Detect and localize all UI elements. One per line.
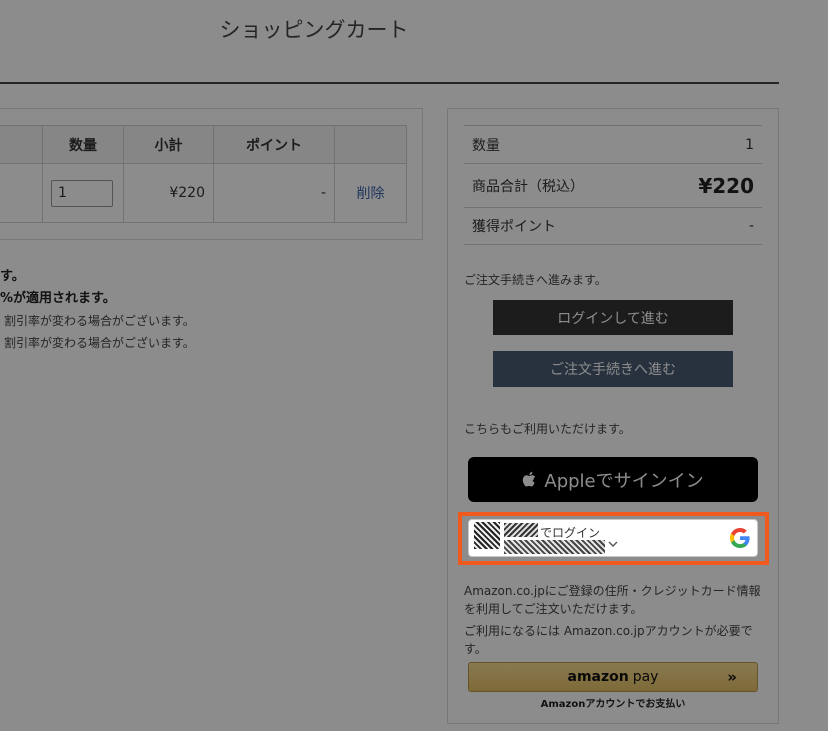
note-line: 割引率が変わる場合がございます。: [4, 336, 195, 350]
cart-item-cell: [0, 163, 43, 223]
checkout-prompt: ご注文手続きへ進みます。: [464, 273, 607, 287]
amazon-caption: Amazonアカウントでお支払い: [540, 699, 686, 710]
summary-points-label: 獲得ポイント: [472, 219, 556, 235]
quantity-input[interactable]: [51, 179, 113, 207]
amazon-requirement: ご利用になるには Amazon.co.jpアカウントが必要です。: [464, 624, 753, 656]
apple-signin-label: Appleでサインイン: [544, 470, 704, 492]
amazon-description: Amazon.co.jpにご登録の住所・クレジットカード情報を利用してご注文いた…: [464, 584, 761, 616]
summary-quantity-value: 1: [745, 136, 754, 153]
cart-header-actions: [334, 125, 407, 164]
note-line: %が適用されます。: [0, 291, 116, 306]
cart-subtotal: ¥220: [123, 163, 214, 223]
delete-link[interactable]: 削除: [334, 163, 407, 223]
summary-total-label: 商品合計（税込）: [472, 178, 584, 195]
summary-divider: [464, 244, 762, 245]
table-row: ¥220 - 削除: [0, 163, 407, 223]
summary-total-value: ¥220: [698, 173, 754, 198]
title-divider: [0, 82, 779, 84]
note-line: す。: [0, 269, 25, 284]
chevron-down-icon[interactable]: [608, 538, 618, 551]
cart-points: -: [213, 163, 335, 223]
login-and-proceed-button[interactable]: ログインして進む: [493, 300, 733, 335]
apple-icon: [523, 471, 536, 487]
proceed-to-checkout-button[interactable]: ご注文手続きへ進む: [493, 351, 733, 387]
summary-total-row: 商品合計（税込） ¥220: [464, 164, 762, 207]
summary-quantity-label: 数量: [472, 137, 500, 154]
page-title: ショッピングカート: [219, 18, 409, 42]
cart-header-subtotal: 小計: [123, 125, 214, 164]
cart-quantity-cell: [42, 163, 124, 223]
google-icon: [730, 528, 750, 548]
redacted-email: [504, 540, 605, 554]
avatar: [474, 522, 500, 549]
summary-points-value: -: [748, 218, 754, 234]
cart-table: 数量 小計 ポイント ¥220 - 削除: [0, 125, 407, 223]
amazon-pay-button[interactable]: amazon pay »: [468, 662, 758, 692]
redacted-name: [504, 523, 538, 537]
cart-header-quantity: 数量: [42, 125, 124, 164]
note-line: 割引率が変わる場合がございます。: [4, 314, 195, 328]
apple-signin-button[interactable]: Appleでサインイン: [468, 457, 758, 502]
summary-quantity-row: 数量 1: [464, 126, 762, 163]
double-chevron-right-icon: »: [727, 668, 737, 686]
amazon-logo-text: amazon: [567, 669, 629, 685]
google-signin-label: でログイン: [540, 526, 601, 540]
cart-header-blank: [0, 125, 43, 164]
cart-header-row: 数量 小計 ポイント: [0, 125, 407, 164]
alternative-prompt: こちらもご利用いただけます。: [464, 422, 631, 436]
cart-header-points: ポイント: [213, 125, 335, 164]
amazon-pay-text: pay: [632, 669, 659, 685]
summary-points-row: 獲得ポイント -: [464, 208, 762, 244]
